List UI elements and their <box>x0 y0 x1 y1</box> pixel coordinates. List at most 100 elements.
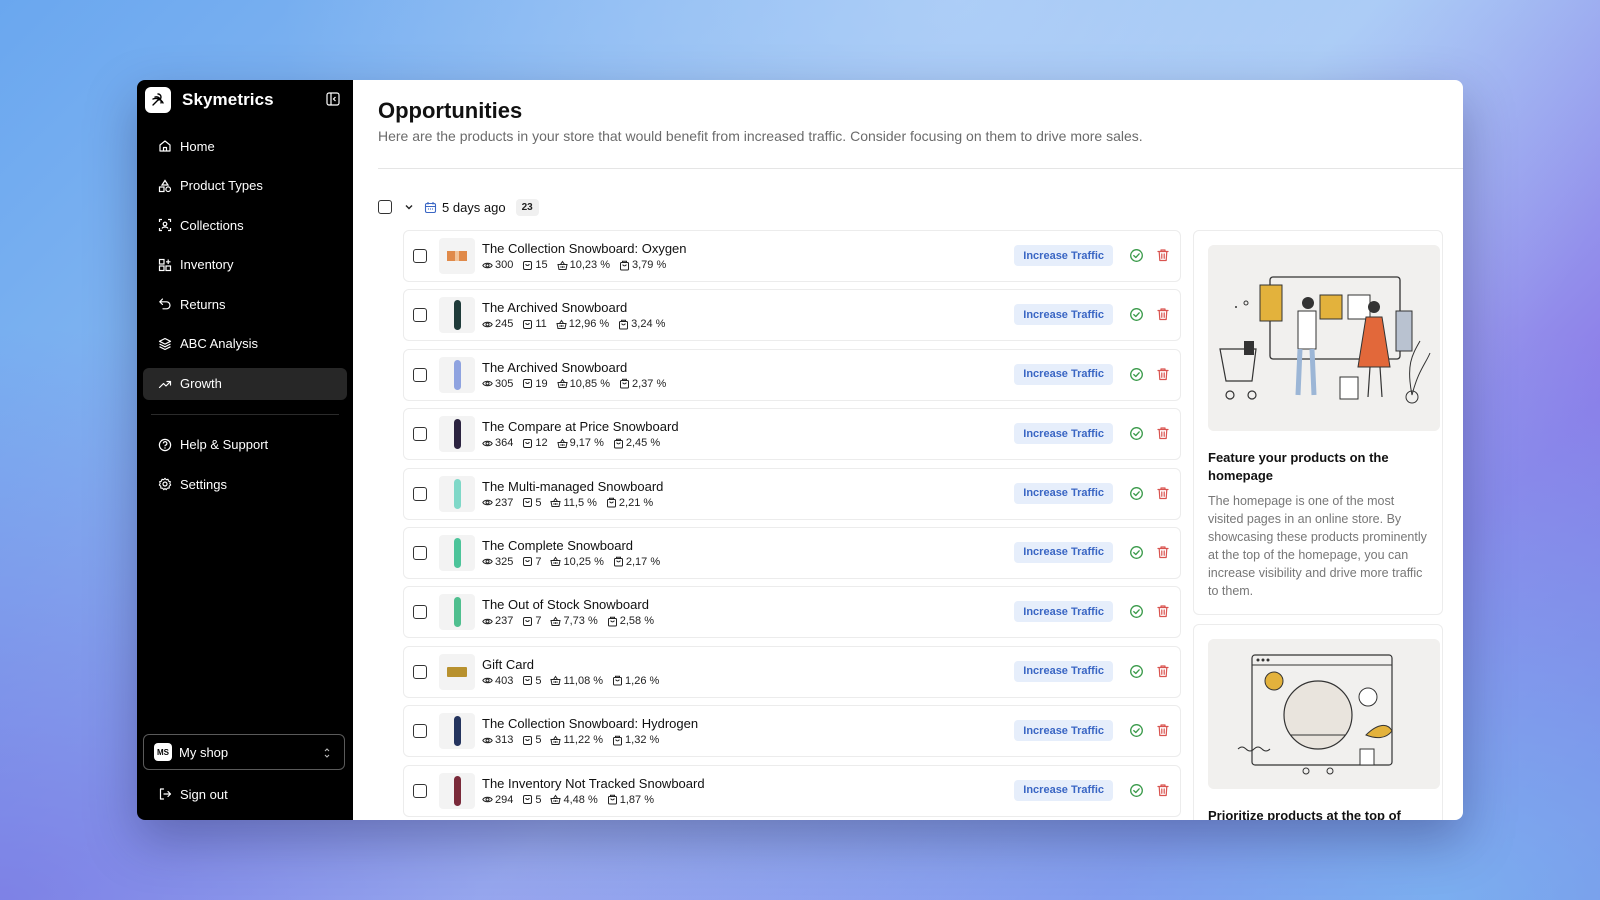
trash-icon[interactable] <box>1156 486 1170 500</box>
table-row[interactable]: The Inventory Not Tracked Snowboard 294 … <box>403 764 1181 817</box>
product-info: The Archived Snowboard 305 19 10,85 % 2,… <box>482 360 675 390</box>
cart-add-icon <box>523 379 533 389</box>
sidebar-item-home[interactable]: Home <box>143 130 347 162</box>
increase-traffic-tag[interactable]: Increase Traffic <box>1014 541 1113 563</box>
table-row[interactable]: The Compare at Price Snowboard 364 12 9,… <box>403 408 1181 461</box>
trash-icon[interactable] <box>1156 248 1170 262</box>
check-circle-icon[interactable] <box>1129 248 1144 263</box>
sidebar-item-returns[interactable]: Returns <box>143 288 347 320</box>
row-checkbox[interactable] <box>413 783 427 798</box>
row-checkbox[interactable] <box>413 427 427 442</box>
trash-icon[interactable] <box>1156 723 1170 737</box>
tip-card: Prioritize products at the top of your <box>1193 624 1443 820</box>
row-checkbox[interactable] <box>413 605 427 620</box>
check-circle-icon[interactable] <box>1129 367 1144 382</box>
layers-icon <box>158 337 172 351</box>
increase-traffic-tag[interactable]: Increase Traffic <box>1014 363 1113 385</box>
increase-traffic-tag[interactable]: Increase Traffic <box>1014 304 1113 326</box>
product-thumbnail-icon <box>447 251 467 261</box>
table-row[interactable]: The Complete Snowboard 325 7 10,25 % 2,1… <box>403 526 1181 579</box>
carts-metric: 5 <box>522 497 541 509</box>
sidebar-item-collections[interactable]: Collections <box>143 209 347 241</box>
increase-traffic-tag[interactable]: Increase Traffic <box>1014 601 1113 623</box>
brand[interactable]: Skymetrics <box>137 80 353 120</box>
trash-icon[interactable] <box>1156 783 1170 797</box>
increase-traffic-tag[interactable]: Increase Traffic <box>1014 423 1113 445</box>
trash-icon[interactable] <box>1156 426 1170 440</box>
product-metrics: 245 11 12,96 % 3,24 % <box>482 318 674 330</box>
sign-out-label: Sign out <box>180 786 228 802</box>
sidebar-nav: Home Product Types Collections Inventory… <box>137 130 353 500</box>
eye-icon <box>482 677 493 684</box>
table-row[interactable]: The Collection Snowboard: Hydrogen 313 5… <box>403 705 1181 758</box>
tip-title: Prioritize products at the top of your <box>1208 808 1401 820</box>
product-metrics: 305 19 10,85 % 2,37 % <box>482 378 675 390</box>
sidebar-item-abc-analysis[interactable]: ABC Analysis <box>143 328 347 360</box>
increase-traffic-tag[interactable]: Increase Traffic <box>1014 779 1113 801</box>
sidebar-item-growth[interactable]: Growth <box>143 367 347 400</box>
check-circle-icon[interactable] <box>1129 486 1144 501</box>
trash-icon[interactable] <box>1156 367 1170 381</box>
cart-add-icon <box>523 319 533 329</box>
row-checkbox[interactable] <box>413 308 427 323</box>
carts-value: 12 <box>535 437 548 450</box>
check-circle-icon[interactable] <box>1129 545 1144 560</box>
check-circle-icon[interactable] <box>1129 723 1144 738</box>
check-circle-icon[interactable] <box>1129 783 1144 798</box>
row-checkbox[interactable] <box>413 486 427 501</box>
views-metric: 294 <box>482 794 513 806</box>
product-metrics: 237 7 7,73 % 2,58 % <box>482 615 663 627</box>
views-value: 237 <box>495 496 514 509</box>
views-metric: 403 <box>482 675 513 687</box>
sidebar-item-product-types[interactable]: Product Types <box>143 170 347 202</box>
table-row[interactable]: The Multi-managed Snowboard 237 5 11,5 %… <box>403 467 1181 520</box>
table-row[interactable]: Gift Card 403 5 11,08 % 1,26 % Increase … <box>403 645 1181 698</box>
select-all-checkbox[interactable] <box>378 200 392 214</box>
check-circle-icon[interactable] <box>1129 426 1144 441</box>
increase-traffic-tag[interactable]: Increase Traffic <box>1014 720 1113 742</box>
sign-out-button[interactable]: Sign out <box>143 778 345 810</box>
sidebar-collapse-icon[interactable] <box>326 92 340 106</box>
sidebar-item-inventory[interactable]: Inventory <box>143 249 347 281</box>
trash-icon[interactable] <box>1156 307 1170 321</box>
chevron-down-icon[interactable] <box>403 201 415 213</box>
snowboard-thumbnail-icon <box>453 537 461 568</box>
row-checkbox[interactable] <box>413 724 427 739</box>
trash-icon[interactable] <box>1156 604 1170 618</box>
cart-rate-metric: 11,22 % <box>550 734 603 746</box>
views-value: 245 <box>495 318 514 331</box>
sidebar-item-label: Returns <box>180 296 226 312</box>
shopping-bag-icon <box>607 794 617 805</box>
product-thumbnail <box>439 297 475 334</box>
conversion-rate-value: 1,87 % <box>619 793 654 806</box>
table-row[interactable]: The Out of Stock Snowboard 237 7 7,73 % … <box>403 586 1181 639</box>
row-checkbox[interactable] <box>413 367 427 382</box>
row-checkbox[interactable] <box>413 249 427 263</box>
conversion-rate-metric: 1,32 % <box>612 734 659 746</box>
table-row[interactable]: The Archived Snowboard 305 19 10,85 % 2,… <box>403 348 1181 401</box>
table-row[interactable]: The Archived Snowboard 245 11 12,96 % 3,… <box>403 289 1181 342</box>
row-checkbox[interactable] <box>413 545 427 560</box>
cart-rate-metric: 11,5 % <box>550 497 597 509</box>
trash-icon[interactable] <box>1156 664 1170 678</box>
shop-selector[interactable]: MS My shop <box>143 734 345 770</box>
product-name: The Collection Snowboard: Oxygen <box>482 241 687 256</box>
shopping-bag-icon <box>619 378 629 389</box>
shopping-bag-icon <box>613 557 623 567</box>
increase-traffic-tag[interactable]: Increase Traffic <box>1014 660 1113 682</box>
carts-value: 5 <box>535 734 542 747</box>
check-circle-icon[interactable] <box>1129 604 1144 619</box>
check-circle-icon[interactable] <box>1129 307 1144 322</box>
sidebar-item-settings[interactable]: Settings <box>143 468 347 500</box>
table-row[interactable]: The Collection Snowboard: Oxygen 300 15 … <box>403 230 1181 282</box>
cart-add-icon <box>523 735 533 745</box>
carts-metric: 7 <box>522 615 541 627</box>
sidebar-item-help[interactable]: Help & Support <box>143 429 347 461</box>
increase-traffic-tag[interactable]: Increase Traffic <box>1014 245 1113 266</box>
carts-metric: 7 <box>522 556 541 568</box>
increase-traffic-tag[interactable]: Increase Traffic <box>1014 482 1113 504</box>
row-checkbox[interactable] <box>413 664 427 679</box>
trash-icon[interactable] <box>1156 545 1170 559</box>
check-circle-icon[interactable] <box>1129 664 1144 679</box>
help-icon <box>158 438 172 451</box>
